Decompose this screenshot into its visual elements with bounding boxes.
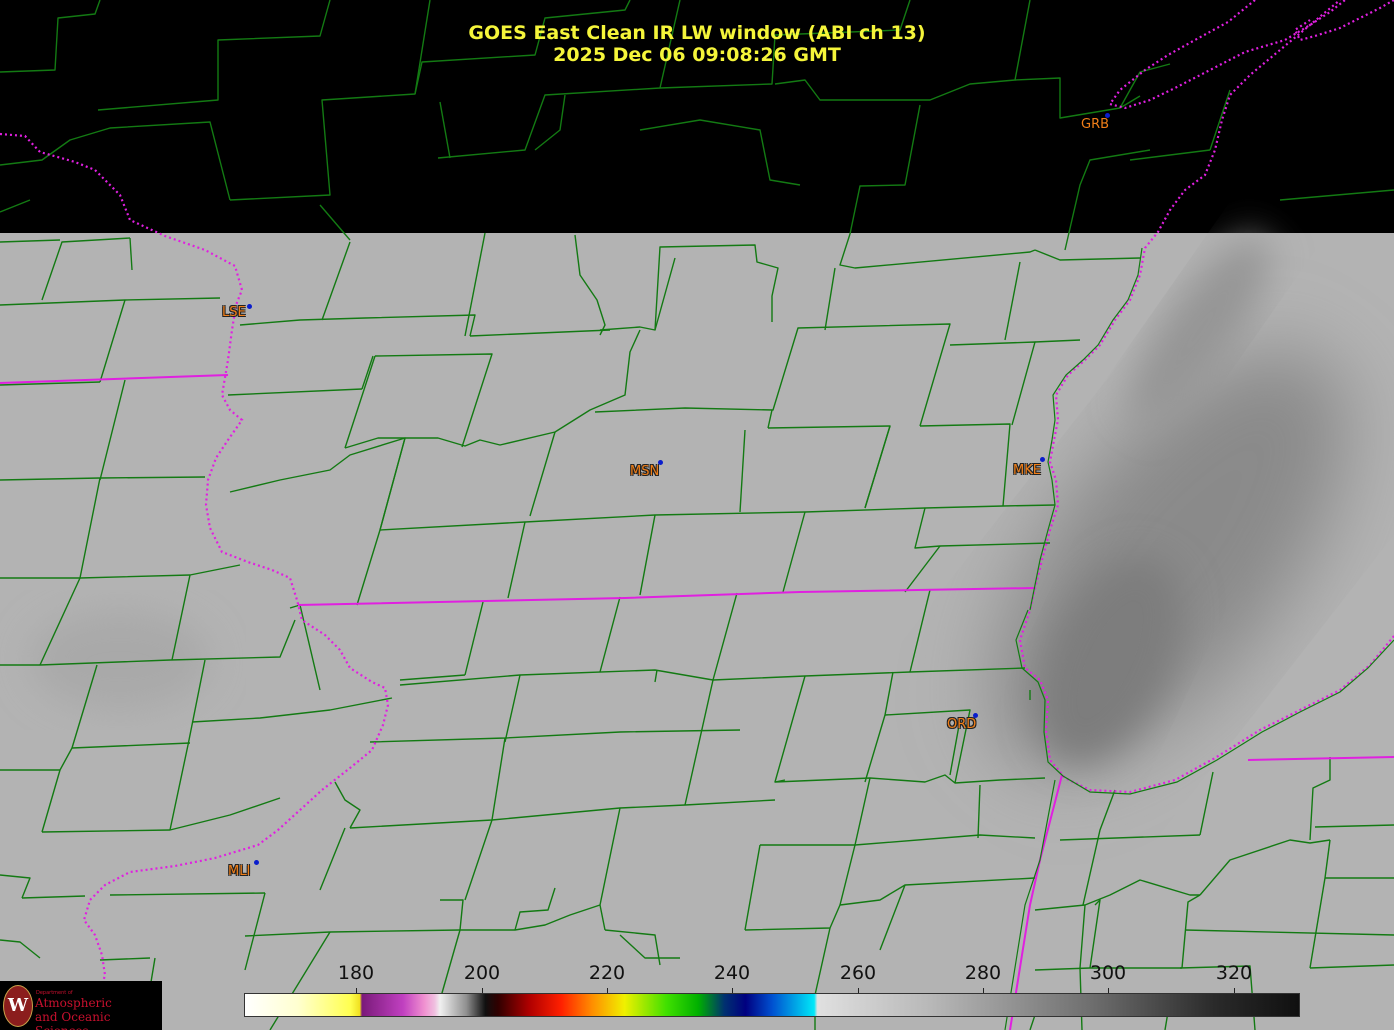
colorbar-tick-label: 220	[588, 962, 626, 984]
colorbar-tick-label: 180	[337, 962, 375, 984]
station-label-ord: ORD	[947, 717, 977, 732]
station-label-lse: LSE	[222, 305, 246, 320]
colorbar-tick-label: 200	[463, 962, 501, 984]
colorbar-gradient	[245, 994, 1299, 1016]
colorbar-tick-label: 240	[713, 962, 751, 984]
station-label-grb: GRB	[1081, 117, 1110, 132]
colorbar-tick-label: 320	[1215, 962, 1253, 984]
product-title: GOES East Clean IR LW window (ABI ch 13)	[468, 22, 926, 44]
colorbar-tick-label: 260	[839, 962, 877, 984]
colorbar-tick-label: 280	[964, 962, 1002, 984]
logo-text-line2: and Oceanic Sciences	[35, 1010, 111, 1030]
station-marker-mke	[1040, 457, 1045, 462]
station-label-mke: MKE	[1013, 463, 1041, 478]
satellite-map-view: GOES East Clean IR LW window (ABI ch 13)…	[0, 0, 1394, 1030]
aos-logo: W Department of Atmospheric and Oceanic …	[0, 981, 162, 1030]
station-label-msn: MSN	[630, 464, 660, 479]
colorbar-tick-label: 300	[1089, 962, 1127, 984]
temperature-colorbar	[244, 993, 1300, 1017]
logo-text-line1: Atmospheric	[35, 996, 112, 1010]
station-marker-lse	[247, 304, 252, 309]
station-marker-mli	[254, 860, 259, 865]
station-label-mli: MLI	[228, 864, 251, 879]
uw-seal-icon: W	[3, 985, 33, 1027]
timestamp: 2025 Dec 06 09:08:26 GMT	[553, 44, 841, 66]
satellite-imagery-map	[0, 0, 1394, 1030]
